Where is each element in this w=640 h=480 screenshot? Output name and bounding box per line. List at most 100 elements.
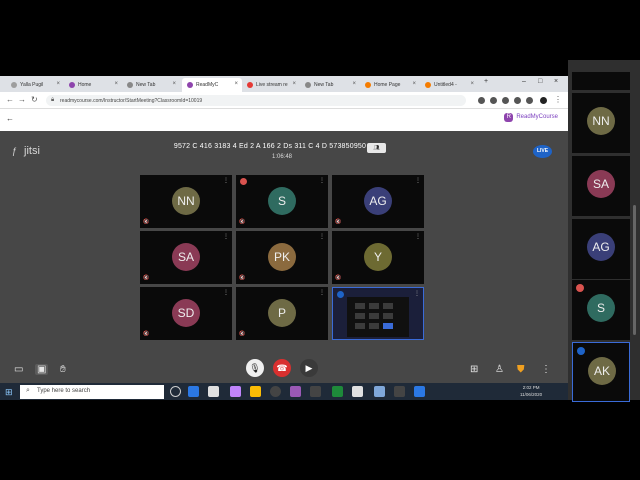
screen-share-tile[interactable]: ⋮ [332, 287, 424, 340]
shared-screen-thumbnail [347, 297, 409, 337]
jitsi-logo[interactable]: ƒ jitsi [12, 145, 40, 157]
taskbar-app-icon[interactable] [332, 386, 343, 397]
extension-icon[interactable] [478, 97, 485, 104]
filmstrip-tile[interactable]: AG [572, 219, 630, 279]
system-clock[interactable]: 2:02 PM 11/06/2020 [520, 384, 542, 398]
close-icon[interactable]: × [56, 81, 60, 87]
taskbar-app-icon[interactable] [374, 386, 385, 397]
close-icon[interactable]: × [292, 81, 296, 87]
more-options-icon[interactable]: ⋮ [415, 177, 421, 184]
participant-tile[interactable]: SD ⋮ 🔇 [140, 287, 232, 340]
extension-icon[interactable] [490, 97, 497, 104]
close-window-icon[interactable]: × [554, 78, 558, 85]
tab-favicon [127, 82, 133, 88]
taskbar-app-icon[interactable] [310, 386, 321, 397]
thumbnail-tile [369, 323, 379, 329]
chat-icon[interactable]: ▭ [14, 364, 23, 375]
camera-button[interactable]: ▶︎ [300, 359, 318, 377]
extension-icon[interactable] [502, 97, 509, 104]
avatar: NN [587, 107, 615, 135]
cortana-icon[interactable] [170, 386, 181, 397]
extension-icon[interactable] [514, 97, 521, 104]
more-options-icon[interactable]: ⋮ [223, 233, 229, 240]
participant-tile[interactable]: AG ⋮ 🔇 [332, 175, 424, 228]
thumbnail-tile [355, 323, 365, 329]
more-actions-icon[interactable]: ⋮ [541, 364, 551, 375]
invite-people-icon[interactable]: ♙ [495, 364, 504, 375]
filmstrip-tile-local[interactable]: AK [572, 342, 630, 402]
hangup-button[interactable]: ☎︎ [273, 359, 291, 377]
menu-icon[interactable]: ⋮ [554, 95, 562, 104]
browser-tab[interactable]: Home Page × [360, 78, 420, 92]
close-icon[interactable]: × [412, 81, 416, 87]
filmstrip-tile[interactable]: SA [572, 156, 630, 216]
more-options-icon[interactable]: ⋮ [223, 289, 229, 296]
more-options-icon[interactable]: ⋮ [223, 177, 229, 184]
participant-tile[interactable]: SA ⋮ 🔇 [140, 231, 232, 284]
raise-hand-icon[interactable]: ✋︎ [60, 364, 66, 375]
browser-tab[interactable]: New Tab × [300, 78, 360, 92]
taskbar-app-icon[interactable] [250, 386, 261, 397]
extension-icon[interactable] [526, 97, 533, 104]
participant-tile[interactable]: Y ⋮ 🔇 [332, 231, 424, 284]
forward-icon[interactable]: → [18, 95, 26, 104]
participant-tile[interactable]: P ⋮ 🔇 [236, 287, 328, 340]
search-placeholder: Type here to search [37, 388, 91, 394]
maximize-icon[interactable]: □ [538, 78, 542, 85]
browser-tab[interactable]: Yalla Pugil × [6, 78, 64, 92]
screen: Yalla Pugil × Home × New Tab × ReadMyC ×… [0, 0, 640, 480]
taskbar-app-icon[interactable] [208, 386, 219, 397]
task-view-icon[interactable] [188, 386, 199, 397]
muted-mic-icon: 🔇 [143, 275, 150, 281]
filmstrip-tile-partial[interactable] [572, 72, 630, 90]
participant-tile[interactable]: PK ⋮ 🔇 [236, 231, 328, 284]
close-icon[interactable]: × [172, 81, 176, 87]
filmstrip-tile[interactable]: NN [572, 93, 630, 153]
close-icon[interactable]: × [114, 81, 118, 87]
close-icon[interactable]: × [352, 81, 356, 87]
microphone-button[interactable]: 🎙︎ [246, 359, 264, 377]
microphone-icon: 🎙︎ [249, 363, 261, 373]
filmstrip-scrollbar[interactable] [633, 205, 636, 335]
more-options-icon[interactable]: ⋮ [415, 233, 421, 240]
address-bar[interactable]: 🔒︎ readmycourse.com/Instructor/StartMeet… [46, 95, 466, 106]
profile-avatar[interactable] [540, 97, 547, 104]
back-arrow-icon[interactable]: ← [6, 114, 14, 123]
reload-icon[interactable]: ↻ [31, 95, 38, 104]
windows-start-icon[interactable]: ⊞ [5, 387, 13, 398]
security-shield-icon[interactable]: ⛊ [517, 364, 525, 375]
taskbar-app-icon[interactable] [352, 386, 363, 397]
participant-tile[interactable]: NN ⋮ 🔇 [140, 175, 232, 228]
chrome-icon[interactable] [270, 386, 281, 397]
users-icon: 👥︎ [373, 145, 380, 151]
brand-logo[interactable]: R ReadMyCourse [504, 113, 558, 122]
browser-tab[interactable]: New Tab × [122, 78, 180, 92]
participant-tile[interactable]: S ⋮ 🔇 [236, 175, 328, 228]
more-options-icon[interactable]: ⋮ [319, 177, 325, 184]
minimize-icon[interactable]: – [522, 78, 526, 85]
browser-tab[interactable]: Live stream re × [242, 78, 300, 92]
tile-view-icon[interactable]: ⊞ [470, 364, 478, 375]
taskbar-app-icon[interactable] [230, 386, 241, 397]
taskbar-app-icon[interactable] [394, 386, 405, 397]
more-options-icon[interactable]: ⋮ [319, 289, 325, 296]
vscode-icon[interactable] [414, 386, 425, 397]
close-icon[interactable]: × [470, 81, 474, 87]
thumbnail-tile [355, 313, 365, 319]
muted-mic-icon: 🔇 [239, 219, 246, 225]
browser-tab[interactable]: Untitled4 - × [420, 78, 478, 92]
back-icon[interactable]: ← [6, 95, 14, 104]
new-tab-icon[interactable]: + [484, 78, 488, 85]
filmstrip-tile[interactable]: S [572, 280, 630, 340]
taskbar-app-icon[interactable] [290, 386, 301, 397]
more-options-icon[interactable]: ⋮ [414, 290, 420, 297]
screen-share-icon[interactable]: ▣ [35, 364, 49, 375]
participant-count-badge[interactable]: 👥︎ [367, 143, 386, 153]
close-icon[interactable]: × [234, 81, 238, 87]
browser-tab-strip: Yalla Pugil × Home × New Tab × ReadMyC ×… [0, 76, 568, 92]
more-options-icon[interactable]: ⋮ [319, 233, 325, 240]
tab-label: New Tab [314, 82, 334, 88]
browser-tab[interactable]: Home × [64, 78, 122, 92]
taskbar-search-input[interactable]: ⌕ Type here to search [20, 385, 164, 399]
browser-tab-active[interactable]: ReadMyC × [182, 78, 242, 92]
